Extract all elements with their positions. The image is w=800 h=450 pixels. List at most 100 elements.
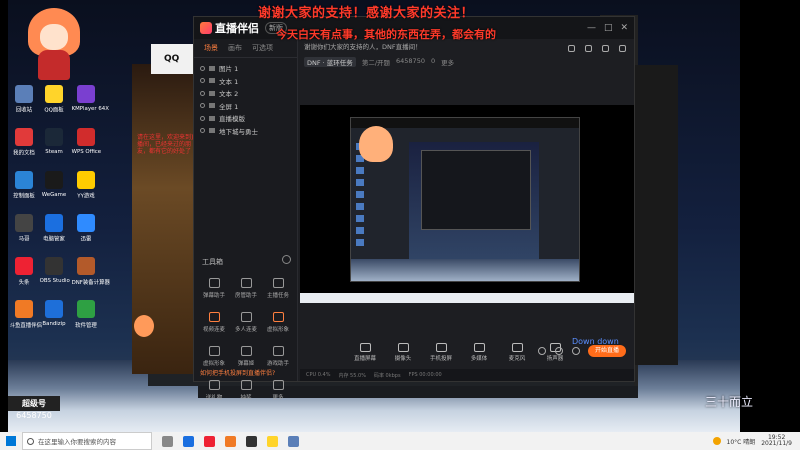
desktop-icon[interactable]: Bandizip xyxy=(38,300,70,327)
lock-icon[interactable] xyxy=(585,45,592,52)
scene-item[interactable]: 图片 1 xyxy=(200,62,291,75)
tab-scenes[interactable]: 场景 xyxy=(204,43,218,53)
desktop-icon[interactable]: 控制面板 xyxy=(8,171,40,200)
tool-label: 送礼物 xyxy=(205,395,223,401)
desktop-icon[interactable]: 迅雷 xyxy=(70,214,102,243)
desktop-icon[interactable]: KMPlayer 64X xyxy=(70,85,109,112)
desktop-icon[interactable]: 我的文档 xyxy=(8,128,40,157)
share-icon[interactable] xyxy=(568,45,575,52)
taskbar-app-icon[interactable] xyxy=(246,435,257,447)
live-preview[interactable] xyxy=(300,105,634,303)
scene-list: 图片 1 文本 1 文本 2 全屏 1 直播模版 地下城与勇士 xyxy=(194,58,297,141)
settings-icon[interactable] xyxy=(619,45,626,52)
source-control[interactable]: 麦克风 xyxy=(506,343,528,362)
desktop-icon[interactable]: 软件管理 xyxy=(70,300,102,329)
source-control[interactable]: 手机投屏 xyxy=(430,343,452,362)
desktop-icon[interactable]: 马哥 xyxy=(8,214,40,243)
visibility-icon[interactable] xyxy=(200,90,205,96)
toolbox-item[interactable]: 弹幕助手 xyxy=(198,275,230,305)
taskbar-app-icon[interactable] xyxy=(204,435,215,447)
tool-icon xyxy=(240,312,252,322)
background-red-text: 请在这里，欢迎来到直播间，已经来过的朋友，都有它的好处了 xyxy=(137,134,198,156)
start-button[interactable] xyxy=(0,432,22,450)
grid-icon[interactable] xyxy=(602,45,609,52)
close-button[interactable]: ✕ xyxy=(620,23,628,33)
taskbar-apps xyxy=(162,435,299,447)
toolbox-item[interactable]: 送礼物 xyxy=(198,377,230,407)
tab-canvas[interactable]: 画布 xyxy=(228,43,242,53)
desktop-icon[interactable]: DNF装备计算器 xyxy=(70,257,110,286)
visibility-icon[interactable] xyxy=(200,103,205,109)
scene-item[interactable]: 全屏 1 xyxy=(200,100,291,113)
record-icon[interactable] xyxy=(538,347,546,355)
nested-preview-window xyxy=(350,117,580,282)
source-icon xyxy=(209,90,215,96)
overlay-notice: 今天白天有点事，其他的东西在弄，都会有的 xyxy=(276,28,496,41)
taskbar-app-icon[interactable] xyxy=(288,435,299,447)
app-icon xyxy=(15,171,33,189)
toolbox-grid: 弹幕助手 房管助手 主播任务 视频连麦 多人连麦 虚拟形象 虚拟形象 弹幕姬 游戏助手 送礼物 抽奖… xyxy=(198,275,294,407)
toolbox-item[interactable]: 视频连麦 xyxy=(198,309,230,339)
taskbar-app-icon[interactable] xyxy=(225,435,236,447)
maximize-button[interactable]: □ xyxy=(604,23,613,33)
eye-icon[interactable] xyxy=(555,347,563,355)
scene-label: 全屏 1 xyxy=(219,102,239,111)
visibility-icon[interactable] xyxy=(200,128,205,134)
visibility-icon[interactable] xyxy=(200,78,205,84)
weather-text[interactable]: 10°C 晴朗 xyxy=(727,437,756,446)
desktop-icon[interactable]: QQ面板 xyxy=(38,85,70,114)
tool-icon xyxy=(272,346,284,356)
app-icon xyxy=(77,300,95,318)
scene-item[interactable]: 地下城与勇士 xyxy=(200,125,291,138)
scene-item[interactable]: 文本 1 xyxy=(200,75,291,88)
tool-label: 弹幕助手 xyxy=(202,293,225,299)
source-control[interactable]: 直播屏幕 xyxy=(354,343,376,362)
desktop-icon[interactable]: WeGame xyxy=(38,171,70,198)
scene-item[interactable]: 直播模版 xyxy=(200,112,291,125)
desktop-icon[interactable]: WPS Office xyxy=(70,128,102,155)
toolbox-item[interactable]: 主播任务 xyxy=(262,275,294,305)
desktop-icon[interactable]: YY游戏 xyxy=(70,171,102,200)
app-icon xyxy=(45,300,63,318)
visibility-icon[interactable] xyxy=(200,65,205,71)
taskbar: 在这里输入你要搜索的内容 10°C 晴朗 19:52 2021/11/9 xyxy=(0,432,800,450)
taskbar-search[interactable]: 在这里输入你要搜索的内容 xyxy=(22,432,152,450)
visibility-icon[interactable] xyxy=(200,115,205,121)
watermark: 超级号 6458750 xyxy=(8,396,60,432)
toolbox-item[interactable]: 房管助手 xyxy=(230,275,262,305)
scene-label: 文本 2 xyxy=(219,90,239,99)
screen-cast-tip[interactable]: 如何把手机投屏到直播伴侣? xyxy=(200,368,275,377)
weather-icon[interactable] xyxy=(712,437,721,445)
toolbox-item[interactable]: 更多 xyxy=(262,377,294,407)
desktop-icon[interactable]: OBS Studio xyxy=(38,257,70,284)
app-icon xyxy=(45,171,63,189)
clock[interactable]: 19:52 2021/11/9 xyxy=(761,434,792,448)
toolbox-item[interactable]: 多人连麦 xyxy=(230,309,262,339)
source-control[interactable]: 多媒体 xyxy=(468,343,490,362)
app-icon xyxy=(77,128,95,146)
windows-icon xyxy=(6,436,16,446)
room-extra[interactable]: 更多 xyxy=(441,57,454,67)
scene-item[interactable]: 文本 2 xyxy=(200,87,291,100)
tab-options[interactable]: 可选项 xyxy=(252,43,273,53)
desktop-icon[interactable]: Steam xyxy=(38,128,70,155)
app-icon xyxy=(15,300,33,318)
desktop-icon[interactable]: 回收站 xyxy=(8,85,40,114)
gear-icon[interactable] xyxy=(572,347,580,355)
source-control[interactable]: 摄像头 xyxy=(392,343,414,362)
toolbox-add-icon[interactable] xyxy=(282,255,291,264)
desktop-icon[interactable]: 斗鱼直播伴侣 xyxy=(8,300,42,329)
go-live-button[interactable]: 开始直播 xyxy=(588,345,626,357)
taskbar-app-icon[interactable] xyxy=(183,435,194,447)
desktop-icon[interactable]: 电脑管家 xyxy=(38,214,70,243)
toolbox-item[interactable]: 虚拟形象 xyxy=(262,309,294,339)
tool-label: 弹幕姬 xyxy=(237,361,255,367)
right-black-bar xyxy=(740,0,800,432)
minimize-button[interactable]: — xyxy=(587,23,596,33)
desktop-icon[interactable]: 头条 xyxy=(8,257,40,286)
toolbox-item[interactable]: 抽奖 xyxy=(230,377,262,407)
room-category[interactable]: DNF · 蓝环任务 xyxy=(304,57,356,67)
taskbar-app-icon[interactable] xyxy=(267,435,278,447)
live-app-window[interactable]: 直播伴侣 新版 — □ ✕ 场景 画布 可选项 图片 1 文本 1 文本 2 全屏 1… xyxy=(193,16,635,401)
taskbar-app-icon[interactable] xyxy=(162,435,173,447)
